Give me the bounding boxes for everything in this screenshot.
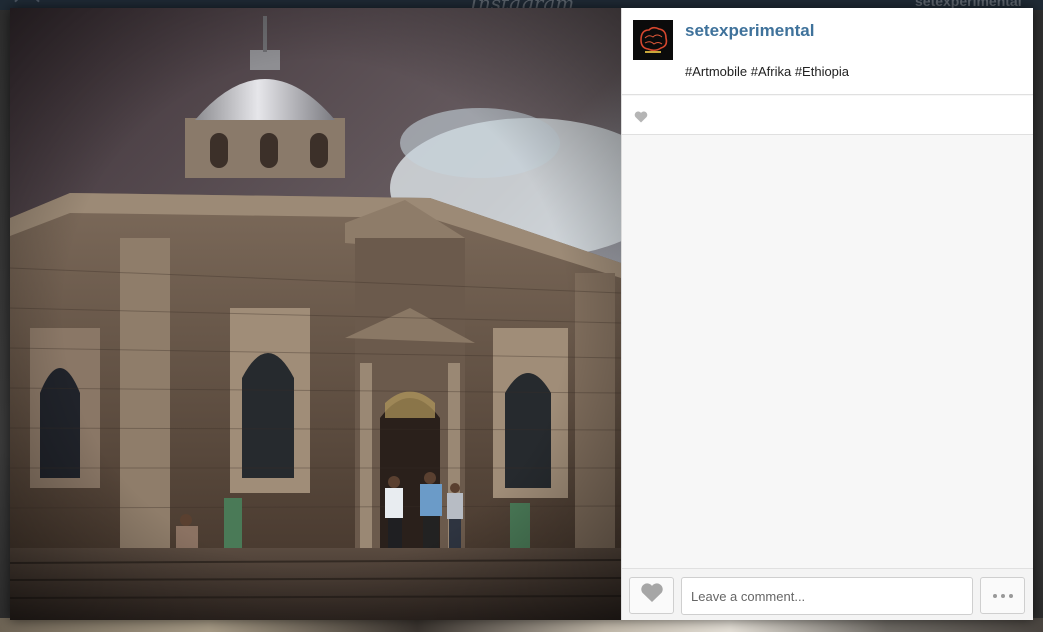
ellipsis-icon: [1000, 593, 1005, 598]
post-username[interactable]: setexperimental: [685, 21, 814, 41]
post-side-panel: setexperimental #Artmobile #Afrika #Ethi…: [621, 8, 1033, 620]
post-actions-bar: [622, 568, 1033, 620]
brain-logo-icon[interactable]: [633, 20, 673, 60]
heart-icon: [634, 110, 648, 128]
more-options-button[interactable]: [980, 577, 1025, 614]
post-caption: #Artmobile #Afrika #Ethiopia: [685, 64, 850, 79]
church-photo-illustration: [10, 8, 621, 620]
likes-row: [622, 96, 1033, 135]
background-photo-strip: [0, 618, 1043, 632]
post-modal: setexperimental #Artmobile #Afrika #Ethi…: [10, 8, 1033, 620]
ellipsis-icon: [1008, 593, 1013, 598]
post-header: setexperimental #Artmobile #Afrika #Ethi…: [622, 8, 1033, 95]
heart-icon: [640, 583, 664, 608]
post-photo[interactable]: [10, 8, 621, 620]
comment-input[interactable]: [681, 577, 973, 615]
ellipsis-icon: [992, 593, 997, 598]
like-button[interactable]: [629, 577, 674, 614]
